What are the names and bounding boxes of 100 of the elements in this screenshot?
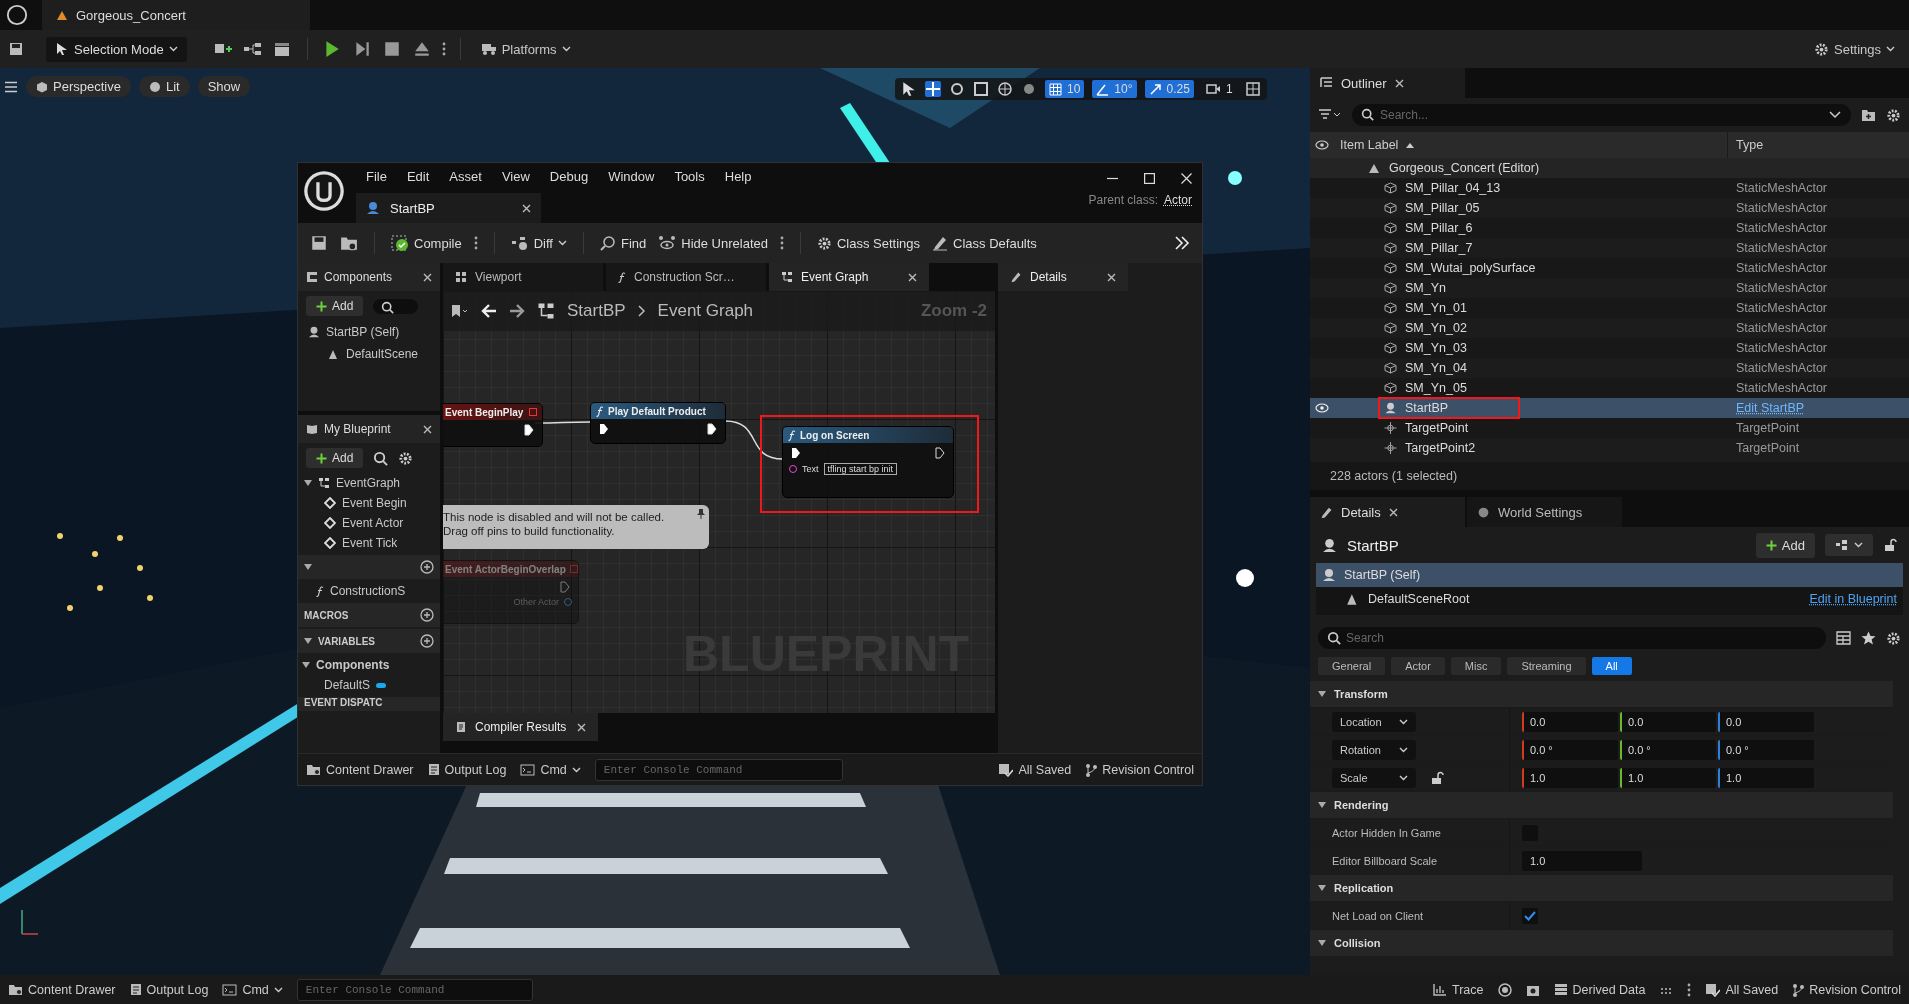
number-field[interactable]: 0.0 °: [1522, 739, 1618, 760]
outliner-row[interactable]: SM_Wutai_polySurface StaticMeshActor: [1310, 258, 1909, 278]
filter-tab[interactable]: General: [1318, 657, 1386, 675]
compiler-results-tab[interactable]: Compiler Results: [443, 713, 598, 741]
edit-in-blueprint-link[interactable]: Edit in Blueprint: [1809, 592, 1897, 606]
expand-arrow-icon[interactable]: [1318, 885, 1326, 891]
scale-icon[interactable]: [973, 81, 989, 97]
revision-control-button[interactable]: Revision Control: [1792, 982, 1901, 997]
unlocked-icon[interactable]: [1883, 538, 1897, 552]
component-row[interactable]: DefaultSceneRoot Edit in Blueprint: [1316, 587, 1903, 611]
outliner-row[interactable]: SM_Pillar_7 StaticMeshActor: [1310, 238, 1909, 258]
filter-tab[interactable]: Streaming: [1507, 657, 1586, 675]
number-field[interactable]: 0.0: [1620, 711, 1716, 732]
record-icon[interactable]: [1497, 982, 1512, 997]
expand-arrow-icon[interactable]: [1318, 802, 1326, 808]
settings-icon[interactable]: [398, 450, 414, 466]
defaults-button[interactable]: Class Defaults: [932, 235, 1037, 251]
graph-node[interactable]: Event BeginPlay: [443, 403, 543, 447]
transform-dropdown[interactable]: Rotation: [1332, 739, 1416, 760]
save-icon[interactable]: [8, 41, 24, 57]
diff-button[interactable]: Diff: [510, 235, 567, 251]
component-item[interactable]: StartBP (Self): [298, 321, 440, 343]
menu-item[interactable]: Asset: [449, 168, 482, 184]
number-field[interactable]: 0.0: [1522, 711, 1618, 732]
breadcrumb-item[interactable]: StartBP: [567, 301, 626, 321]
checkbox[interactable]: [1522, 907, 1538, 924]
save-icon[interactable]: [310, 234, 328, 252]
back-arrow-icon[interactable]: [481, 304, 497, 318]
number-field[interactable]: 0.0 °: [1620, 739, 1716, 760]
add-folder-icon[interactable]: [1861, 108, 1876, 122]
add-variable-icon[interactable]: [420, 634, 434, 648]
close-icon[interactable]: [1394, 78, 1404, 88]
outliner-row[interactable]: SM_Pillar_6 StaticMeshActor: [1310, 218, 1909, 238]
component-item[interactable]: DefaultScene: [298, 343, 440, 365]
level-tab[interactable]: Gorgeous_Concert: [42, 0, 310, 30]
forward-arrow-icon[interactable]: [509, 304, 525, 318]
menu-item[interactable]: File: [366, 168, 387, 184]
revision-control-button[interactable]: Revision Control: [1085, 762, 1194, 777]
component-row[interactable]: StartBP (Self): [1316, 563, 1903, 587]
menu-item[interactable]: View: [501, 168, 530, 184]
number-field[interactable]: 0.0 °: [1718, 739, 1814, 760]
variable-group[interactable]: Components: [316, 658, 390, 672]
filter-tab[interactable]: Misc: [1450, 657, 1502, 675]
exec-pin-icon[interactable]: [524, 424, 534, 436]
section-header[interactable]: Replication: [1334, 882, 1394, 894]
lit-button[interactable]: Lit: [138, 76, 190, 97]
number-field[interactable]: 1.0: [1522, 767, 1618, 788]
selection-mode-button[interactable]: Selection Mode: [46, 36, 187, 62]
maximize-icon[interactable]: [1144, 172, 1155, 184]
outliner-row[interactable]: SM_Yn_05 StaticMeshActor: [1310, 378, 1909, 398]
layout-icon[interactable]: [1244, 81, 1261, 97]
outliner-row[interactable]: StartBP Edit StartBP: [1310, 398, 1909, 418]
find-button[interactable]: Find: [599, 235, 647, 251]
outliner-row[interactable]: SM_Pillar_05 StaticMeshActor: [1310, 198, 1909, 218]
add-button[interactable]: Add: [1755, 532, 1815, 558]
filter-tab[interactable]: Actor: [1391, 657, 1445, 675]
table-icon[interactable]: [1836, 631, 1851, 645]
outliner-row[interactable]: SM_Yn_04 StaticMeshActor: [1310, 358, 1909, 378]
panel-tab[interactable]: Details: [1310, 497, 1465, 527]
my-blueprint-tab[interactable]: My Blueprint: [298, 415, 440, 443]
settings-button[interactable]: Settings: [1808, 37, 1901, 61]
all-saved-button[interactable]: All Saved: [998, 762, 1072, 777]
menu-item[interactable]: Window: [608, 168, 655, 184]
console-input[interactable]: Enter Console Command: [296, 978, 533, 1001]
perspective-button[interactable]: Perspective: [26, 76, 131, 97]
output-log-button[interactable]: Output Log: [427, 762, 507, 777]
settings-icon[interactable]: [1886, 107, 1901, 123]
column-header[interactable]: Type: [1728, 138, 1764, 152]
breadcrumb-item[interactable]: Event Graph: [657, 301, 754, 321]
transform-dropdown[interactable]: Location: [1332, 711, 1416, 732]
graph-tab[interactable]: Viewport: [443, 263, 603, 291]
all-saved-button[interactable]: All Saved: [1705, 982, 1779, 997]
outliner-row[interactable]: SM_Pillar_04_13 StaticMeshActor: [1310, 178, 1909, 198]
menu-item[interactable]: Edit: [406, 168, 430, 184]
outliner-tab[interactable]: Outliner: [1310, 68, 1465, 98]
close-icon[interactable]: [522, 203, 531, 213]
cursor-icon[interactable]: [901, 81, 917, 97]
add-button[interactable]: Add: [306, 448, 364, 468]
menu-item[interactable]: Help: [724, 168, 752, 184]
pin-value-field[interactable]: tfling start bp init: [823, 463, 898, 475]
scale-snap-toggle[interactable]: 0.25: [1144, 80, 1194, 98]
derived-data-button[interactable]: Derived Data: [1553, 982, 1646, 997]
graph-canvas[interactable]: [443, 291, 995, 713]
camera-speed-button[interactable]: 1: [1201, 80, 1237, 98]
more-icon[interactable]: [1687, 982, 1692, 997]
add-macro-icon[interactable]: [420, 608, 434, 622]
outliner-item[interactable]: Gorgeous_Concert (Editor): [1389, 161, 1540, 175]
column-header[interactable]: Item Label: [1340, 138, 1399, 152]
outliner-row[interactable]: SM_Yn_02 StaticMeshActor: [1310, 318, 1909, 338]
filter-icon[interactable]: [1318, 108, 1342, 122]
event-item[interactable]: Event Begin: [342, 496, 407, 510]
search-field[interactable]: Search...: [1352, 104, 1851, 126]
search-icon[interactable]: [373, 450, 389, 466]
number-field[interactable]: 1.0: [1522, 850, 1642, 871]
cmd-dropdown[interactable]: Cmd: [520, 762, 581, 777]
blueprint-graph-icon[interactable]: [242, 40, 263, 58]
rotate-icon[interactable]: [949, 81, 965, 97]
expand-arrow-icon[interactable]: [1318, 691, 1326, 697]
search-button[interactable]: [373, 298, 419, 314]
close-icon[interactable]: [1181, 172, 1192, 184]
